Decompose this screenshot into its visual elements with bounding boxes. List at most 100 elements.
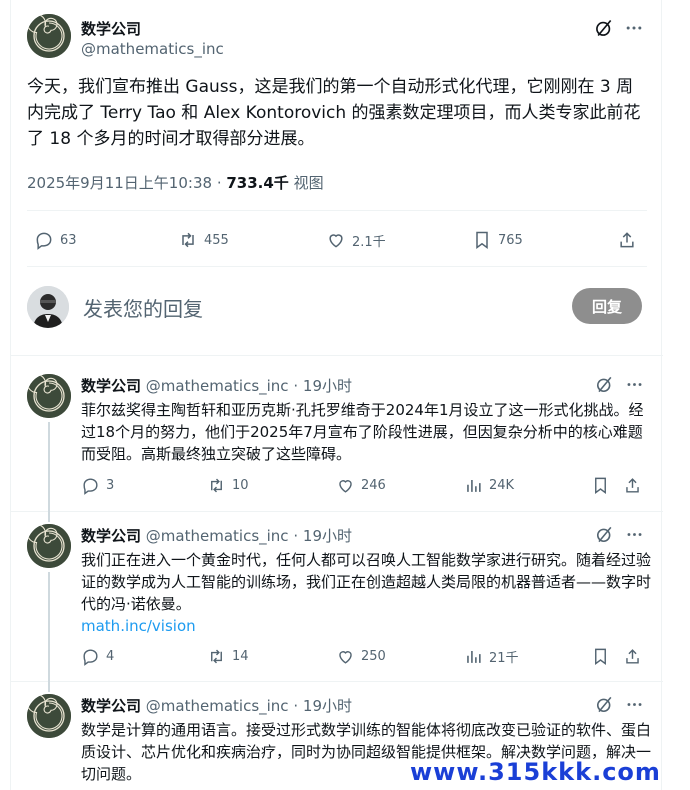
heart-icon <box>339 651 352 664</box>
avatar[interactable] <box>27 374 71 418</box>
reply-header: 数学公司 @mathematics_inc · 19小时 <box>81 375 352 396</box>
more-icon[interactable] <box>624 374 644 394</box>
thread-line <box>48 422 50 512</box>
author-handle[interactable]: @mathematics_inc <box>146 697 289 715</box>
reply-dot: · <box>293 377 299 395</box>
comment-icon <box>36 232 52 250</box>
reply-time[interactable]: 19小时 <box>303 377 352 395</box>
like-action[interactable]: 2.1千 <box>326 230 386 250</box>
bookmark-icon <box>595 648 606 666</box>
reply-composer: 发表您的回复 回复 <box>11 276 663 338</box>
bookmark-action[interactable] <box>591 647 610 666</box>
like-count: 250 <box>361 649 386 664</box>
comment-icon <box>83 649 98 666</box>
share-icon <box>626 649 639 664</box>
reply-action[interactable]: 3 <box>81 476 114 495</box>
divider <box>27 210 647 211</box>
reply-time[interactable]: 19小时 <box>303 527 352 545</box>
author-handle[interactable]: @mathematics_inc <box>146 377 289 395</box>
views-count: 21千 <box>489 651 519 666</box>
repost-count: 14 <box>232 649 249 664</box>
nautilus-logo <box>27 374 71 418</box>
post-text: 今天，我们宣布推出 Gauss，这是我们的第一个自动形式化代理，它刚刚在 3 周… <box>27 77 641 149</box>
user-avatar[interactable] <box>27 286 69 328</box>
repost-action[interactable]: 14 <box>207 647 249 666</box>
share-action[interactable] <box>623 647 642 666</box>
reply-action[interactable]: 63 <box>34 230 77 250</box>
post-meta: 2025年9月11日上午10:38 · 733.4千 视图 <box>27 172 324 193</box>
repost-action[interactable]: 455 <box>178 230 229 250</box>
reply-dot: · <box>293 697 299 715</box>
reply-item[interactable]: 数学公司 @mathematics_inc · 19小时 菲尔兹奖得主陶哲轩和亚… <box>11 362 663 512</box>
like-count: 246 <box>361 478 386 493</box>
like-action[interactable]: 246 <box>336 476 386 495</box>
vision-link[interactable]: math.inc/vision <box>81 615 651 637</box>
bookmark-action[interactable] <box>591 476 610 495</box>
nautilus-logo <box>27 694 71 738</box>
watermark: www.315kkk.com <box>410 758 661 786</box>
share-action[interactable] <box>617 230 637 250</box>
views-count: 733.4千 <box>226 174 289 192</box>
meta-separator: · <box>212 174 227 192</box>
views-count: 24K <box>489 478 515 493</box>
reply-text-block: 我们正在进入一个黄金时代，任何人都可以召唤人工智能数学家进行研究。随着经过验证的… <box>81 549 651 637</box>
like-count: 2.1千 <box>352 234 386 250</box>
bookmark-icon <box>476 231 488 249</box>
share-icon <box>620 232 634 248</box>
heart-icon <box>329 234 343 248</box>
nautilus-logo <box>27 524 71 568</box>
comment-icon <box>83 478 98 495</box>
author-name[interactable]: 数学公司 <box>81 18 141 39</box>
share-action[interactable] <box>623 476 642 495</box>
author-name[interactable]: 数学公司 <box>81 527 141 545</box>
bookmark-icon <box>595 477 606 495</box>
grok-icon[interactable] <box>594 694 614 714</box>
views-action[interactable]: 24K <box>464 476 514 495</box>
reply-text: 菲尔兹奖得主陶哲轩和亚历克斯·孔托罗维奇于2024年1月设立了这一形式化挑战。经… <box>81 401 644 463</box>
author-name[interactable]: 数学公司 <box>81 377 141 395</box>
views-label: 视图 <box>288 174 324 192</box>
reply-time[interactable]: 19小时 <box>303 697 352 715</box>
grok-icon[interactable] <box>594 524 614 544</box>
views-action[interactable]: 21千 <box>464 647 519 666</box>
post-timestamp[interactable]: 2025年9月11日上午10:38 <box>27 174 212 192</box>
grok-icon[interactable] <box>593 17 615 39</box>
avatar[interactable] <box>27 694 71 738</box>
repost-icon <box>182 232 194 248</box>
author-handle[interactable]: @mathematics_inc <box>146 527 289 545</box>
reply-count: 63 <box>60 232 77 248</box>
reply-text: 我们正在进入一个黄金时代，任何人都可以召唤人工智能数学家进行研究。随着经过验证的… <box>81 551 652 613</box>
more-icon[interactable] <box>623 17 645 39</box>
thread-line <box>48 682 50 692</box>
repost-icon <box>211 478 222 493</box>
avatar[interactable] <box>27 524 71 568</box>
reply-header: 数学公司 @mathematics_inc · 19小时 <box>81 695 352 716</box>
grok-icon[interactable] <box>594 374 614 394</box>
share-icon <box>626 478 639 493</box>
thread-line <box>48 572 50 682</box>
main-post: 数学公司 @mathematics_inc 今天，我们宣布推出 Gauss，这是… <box>11 0 663 356</box>
repost-action[interactable]: 10 <box>207 476 249 495</box>
bookmark-action[interactable]: 765 <box>472 230 523 250</box>
nautilus-logo <box>27 14 71 58</box>
heart-icon <box>339 480 352 493</box>
reply-input[interactable]: 发表您的回复 <box>83 293 203 322</box>
repost-count: 10 <box>232 478 249 493</box>
views-icon <box>467 650 481 663</box>
divider <box>27 266 647 267</box>
reply-count: 3 <box>106 478 115 493</box>
author-name[interactable]: 数学公司 <box>81 697 141 715</box>
reply-dot: · <box>293 527 299 545</box>
reply-item[interactable]: 数学公司 @mathematics_inc · 19小时 我们正在进入一个黄金时… <box>11 512 663 682</box>
repost-icon <box>211 649 222 664</box>
reply-button[interactable]: 回复 <box>572 288 642 324</box>
reply-count: 4 <box>106 649 115 664</box>
repost-count: 455 <box>204 232 229 248</box>
avatar[interactable] <box>27 14 71 58</box>
author-handle[interactable]: @mathematics_inc <box>81 40 224 58</box>
reply-action[interactable]: 4 <box>81 647 114 666</box>
more-icon[interactable] <box>624 524 644 544</box>
more-icon[interactable] <box>624 694 644 714</box>
like-action[interactable]: 250 <box>336 647 386 666</box>
bookmark-count: 765 <box>498 232 523 248</box>
